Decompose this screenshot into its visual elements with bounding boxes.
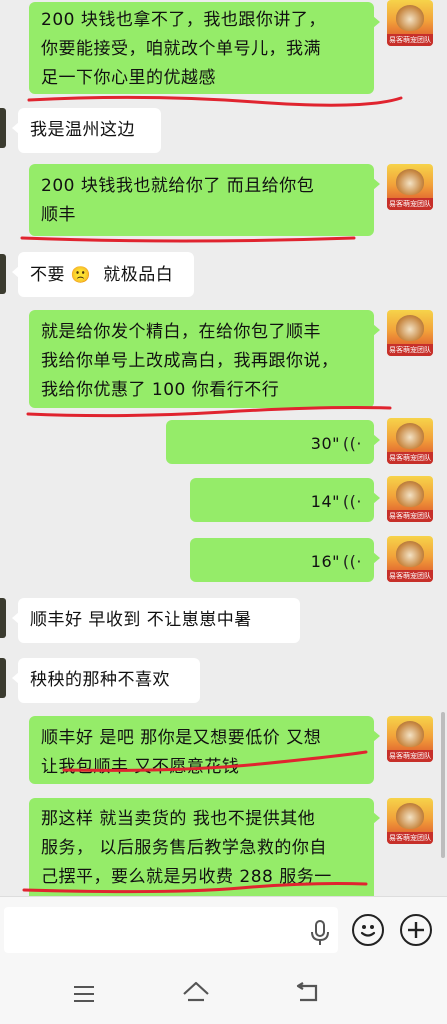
emoji-icon[interactable] — [352, 914, 384, 946]
red-underline — [26, 406, 392, 418]
message-line: 服务， 以后服务售后教学急救的你自 — [41, 838, 327, 858]
message-text: 秧秧的那种不喜欢 — [30, 670, 170, 690]
red-underline — [20, 236, 356, 243]
back-icon[interactable] — [294, 982, 320, 1004]
voice-duration: 30" — [310, 434, 340, 453]
avatar[interactable]: 易客萌宠团队 — [387, 476, 433, 522]
message-text: 不要 — [30, 265, 65, 285]
message-input[interactable] — [4, 907, 338, 953]
message-bubble-incoming[interactable]: 顺丰好 早收到 不让崽崽中暑 — [12, 598, 300, 643]
avatar[interactable]: 易客萌宠团队 — [387, 418, 433, 464]
message-line: 足一下你心里的优越感 — [41, 68, 216, 88]
avatar[interactable]: 易客萌宠团队 — [387, 310, 433, 356]
plus-icon[interactable] — [400, 914, 432, 946]
voice-duration: 16" — [310, 552, 340, 571]
message-bubble-incoming[interactable]: 不要 🙁 就极品白 — [12, 252, 194, 297]
voice-duration: 14" — [310, 492, 340, 511]
message-line: 我给你单号上改成高白，我再跟你说， — [41, 351, 339, 371]
message-line: 200 块钱也拿不了，我也跟你讲了， — [41, 10, 326, 30]
mic-icon[interactable] — [310, 920, 330, 946]
message-line: 就是给你发个精白，在给你包了顺丰 — [41, 322, 321, 342]
avatar[interactable]: 易客萌宠团队 — [387, 798, 433, 844]
message-text: 我是温州这边 — [30, 120, 135, 140]
avatar[interactable]: 易客萌宠团队 — [387, 164, 433, 210]
menu-icon[interactable] — [72, 984, 96, 1004]
voice-wave-icon: ((· — [342, 492, 362, 511]
home-icon[interactable] — [182, 980, 210, 1004]
chat-area[interactable]: 200 块钱也拿不了，我也跟你讲了， 你要能接受，咱就改个单号儿，我满 足一下你… — [0, 0, 447, 896]
red-underline — [62, 750, 368, 772]
voice-message-bubble[interactable]: 16" ((· — [190, 538, 380, 582]
red-underline — [22, 882, 368, 894]
message-line: 顺丰 — [41, 205, 76, 225]
message-line: 你要能接受，咱就改个单号儿，我满 — [41, 39, 321, 59]
message-line: 200 块钱我也就给你了 而且给你包 — [41, 176, 315, 196]
message-line: 那这样 就当卖货的 我也不提供其他 — [41, 809, 316, 829]
red-underline — [27, 95, 403, 107]
avatar[interactable]: 易客萌宠团队 — [387, 536, 433, 582]
scrollbar[interactable] — [441, 712, 445, 858]
voice-message-bubble[interactable]: 14" ((· — [190, 478, 380, 522]
voice-message-bubble[interactable]: 30" ((· — [166, 420, 380, 464]
voice-wave-icon: ((· — [342, 434, 362, 453]
message-text: 顺丰好 早收到 不让崽崽中暑 — [30, 610, 252, 630]
system-nav-bar — [0, 962, 447, 1024]
voice-wave-icon: ((· — [342, 552, 362, 571]
avatar[interactable] — [0, 108, 6, 148]
avatar[interactable]: 易客萌宠团队 — [387, 0, 433, 46]
avatar[interactable] — [0, 658, 6, 698]
message-bubble-outgoing[interactable]: 就是给你发个精白，在给你包了顺丰 我给你单号上改成高白，我再跟你说， 我给你优惠… — [29, 310, 380, 408]
avatar[interactable]: 易客萌宠团队 — [387, 716, 433, 762]
message-bubble-outgoing[interactable]: 200 块钱我也就给你了 而且给你包 顺丰 — [29, 164, 380, 236]
avatar[interactable] — [0, 254, 6, 294]
message-bubble-incoming[interactable]: 我是温州这边 — [12, 108, 161, 153]
frown-emoji-icon: 🙁 — [70, 265, 92, 284]
message-line: 我给你优惠了 100 你看行不行 — [41, 380, 280, 400]
avatar[interactable] — [0, 598, 6, 638]
message-text: 就极品白 — [103, 265, 174, 285]
message-bubble-incoming[interactable]: 秧秧的那种不喜欢 — [12, 658, 200, 703]
message-bubble-outgoing[interactable]: 200 块钱也拿不了，我也跟你讲了， 你要能接受，咱就改个单号儿，我满 足一下你… — [29, 2, 380, 94]
